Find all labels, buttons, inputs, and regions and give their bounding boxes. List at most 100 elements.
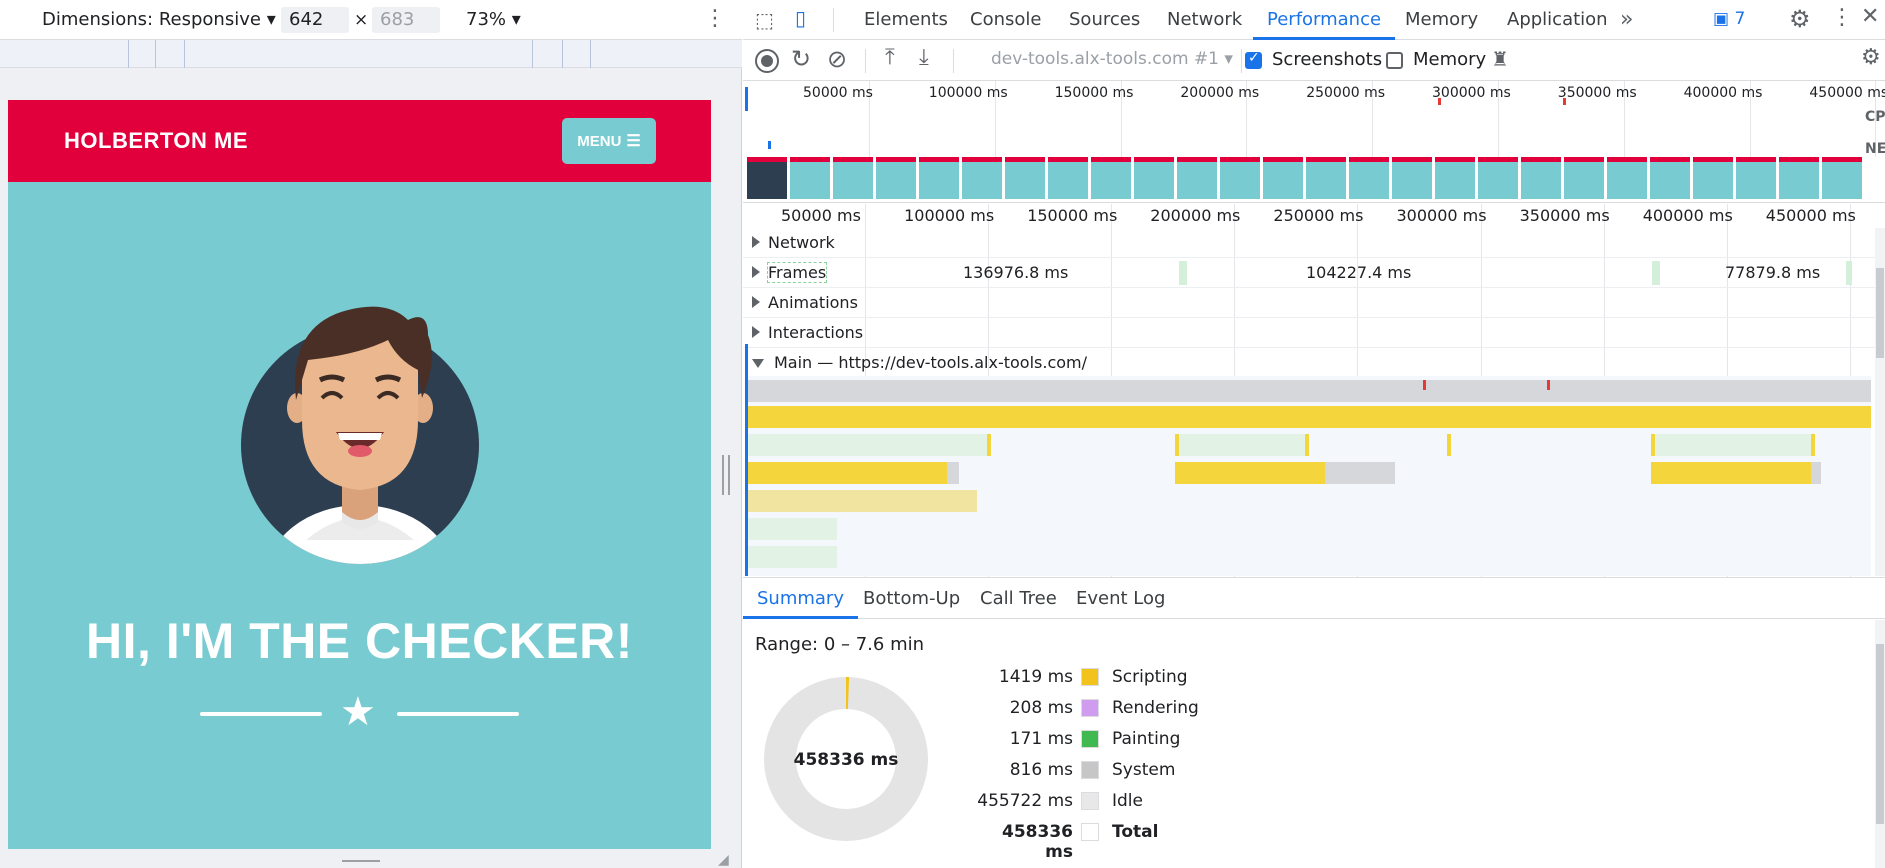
screenshot-thumbnail[interactable] bbox=[1521, 157, 1561, 199]
flame-bar[interactable] bbox=[1175, 462, 1325, 484]
customize-menu-icon[interactable]: ⋮ bbox=[1831, 5, 1853, 30]
timeline-scrollbar[interactable] bbox=[1875, 228, 1885, 576]
timeline-overview[interactable]: 50000 ms 100000 ms 150000 ms 200000 ms 25000… bbox=[743, 81, 1885, 203]
timeline-tracks[interactable]: 50000 ms 100000 ms 150000 ms 200000 ms 25000… bbox=[743, 204, 1885, 578]
flame-bar[interactable] bbox=[947, 462, 959, 484]
flame-bar[interactable] bbox=[1325, 462, 1395, 484]
screenshot-thumbnail[interactable] bbox=[1478, 157, 1518, 199]
expand-arrow-icon[interactable] bbox=[752, 266, 760, 278]
tab-call-tree[interactable]: Call Tree bbox=[980, 579, 1057, 619]
screenshot-thumbnail[interactable] bbox=[1048, 157, 1088, 199]
record-button[interactable] bbox=[755, 49, 779, 73]
screenshot-thumbnail[interactable] bbox=[1822, 157, 1862, 199]
screenshot-thumbnail[interactable] bbox=[962, 157, 1002, 199]
flame-bar[interactable] bbox=[747, 434, 987, 456]
download-icon[interactable]: ⤓ bbox=[919, 45, 929, 70]
flame-bar[interactable] bbox=[1447, 434, 1451, 456]
frame-duration[interactable]: 136976.8 ms bbox=[963, 263, 1068, 282]
screenshot-thumbnail[interactable] bbox=[919, 157, 959, 199]
tab-performance[interactable]: Performance bbox=[1253, 0, 1396, 40]
device-toolbar-icon[interactable]: ▯ bbox=[795, 6, 806, 30]
expand-arrow-icon[interactable] bbox=[752, 236, 760, 248]
close-devtools-icon[interactable]: ✕ bbox=[1861, 4, 1879, 29]
width-input[interactable]: 642 bbox=[281, 7, 349, 33]
flame-bar[interactable] bbox=[1175, 434, 1179, 456]
flame-bar[interactable] bbox=[1811, 462, 1821, 484]
memory-checkbox[interactable] bbox=[1386, 52, 1403, 69]
flame-bar[interactable] bbox=[747, 490, 977, 512]
screenshot-thumbnail[interactable] bbox=[790, 157, 830, 199]
flame-bar[interactable] bbox=[747, 406, 1871, 428]
screenshot-thumbnail[interactable] bbox=[1693, 157, 1733, 199]
screenshot-thumbnail[interactable] bbox=[1134, 157, 1174, 199]
track-network[interactable]: Network bbox=[743, 228, 1875, 258]
tab-console[interactable]: Console bbox=[970, 0, 1041, 40]
screenshot-thumbnail[interactable] bbox=[1435, 157, 1475, 199]
dimensions-select[interactable]: Dimensions: Responsive ▾ bbox=[42, 9, 276, 30]
flame-bar[interactable] bbox=[1651, 434, 1811, 456]
clear-icon[interactable]: ⊘ bbox=[827, 45, 847, 73]
screenshot-thumbnail[interactable] bbox=[1005, 157, 1045, 199]
screenshot-thumbnail[interactable] bbox=[1263, 157, 1303, 199]
flame-bar[interactable] bbox=[1305, 434, 1309, 456]
expand-arrow-icon[interactable] bbox=[752, 296, 760, 308]
profile-select[interactable]: dev-tools.alx-tools.com #1 ▾ bbox=[991, 49, 1233, 69]
flame-bar[interactable] bbox=[747, 518, 837, 540]
zoom-select[interactable]: 73% ▾ bbox=[466, 9, 521, 30]
track-main[interactable]: Main — https://dev-tools.alx-tools.com/ bbox=[743, 348, 1875, 378]
screenshot-thumbnail[interactable] bbox=[1177, 157, 1217, 199]
garbage-collect-icon[interactable]: ♜ bbox=[1491, 47, 1509, 71]
memory-label[interactable]: Memory bbox=[1413, 49, 1486, 70]
screenshots-checkbox[interactable]: ✓ bbox=[1245, 50, 1262, 69]
screenshot-thumbnail[interactable] bbox=[876, 157, 916, 199]
tab-application[interactable]: Application bbox=[1507, 0, 1608, 40]
more-tabs-icon[interactable]: » bbox=[1620, 0, 1633, 40]
flame-bar[interactable] bbox=[1651, 462, 1811, 484]
issues-counter[interactable]: ▣ 7 bbox=[1713, 9, 1745, 29]
screenshots-label[interactable]: Screenshots bbox=[1272, 49, 1382, 70]
menu-button[interactable]: MENU ☰ bbox=[562, 118, 656, 164]
screenshot-thumbnail[interactable] bbox=[1607, 157, 1647, 199]
screenshot-thumbnail[interactable] bbox=[1564, 157, 1604, 199]
resize-handle-bottom[interactable] bbox=[342, 860, 380, 862]
pane-splitter[interactable] bbox=[722, 455, 730, 495]
flame-bar[interactable] bbox=[987, 434, 991, 456]
screenshot-thumbnail[interactable] bbox=[1736, 157, 1776, 199]
tab-sources[interactable]: Sources bbox=[1069, 0, 1140, 40]
summary-scrollbar[interactable] bbox=[1875, 620, 1885, 868]
tab-memory[interactable]: Memory bbox=[1405, 0, 1478, 40]
collapse-arrow-icon[interactable] bbox=[752, 359, 764, 368]
screenshot-thumbnail[interactable] bbox=[1650, 157, 1690, 199]
flame-bar[interactable] bbox=[747, 546, 837, 568]
media-query-ruler[interactable] bbox=[0, 40, 742, 68]
screenshot-thumbnail[interactable] bbox=[1091, 157, 1131, 199]
tab-summary[interactable]: Summary bbox=[743, 579, 858, 619]
screenshot-thumbnail[interactable] bbox=[1349, 157, 1389, 199]
reload-record-icon[interactable]: ↻ bbox=[791, 45, 811, 73]
site-brand[interactable]: HOLBERTON ME bbox=[64, 128, 248, 154]
flame-bar[interactable] bbox=[1651, 434, 1655, 456]
screenshot-thumbnail[interactable] bbox=[1392, 157, 1432, 199]
screenshot-thumbnail[interactable] bbox=[1220, 157, 1260, 199]
track-animations[interactable]: Animations bbox=[743, 288, 1875, 318]
frame-duration[interactable]: 77879.8 ms bbox=[1725, 263, 1820, 282]
main-thread-flame-chart[interactable] bbox=[747, 376, 1871, 576]
tab-bottom-up[interactable]: Bottom-Up bbox=[863, 579, 960, 619]
more-options-icon[interactable]: ⋮ bbox=[704, 6, 726, 31]
flame-bar[interactable] bbox=[1175, 434, 1305, 456]
tab-network[interactable]: Network bbox=[1167, 0, 1242, 40]
frame-duration[interactable]: 104227.4 ms bbox=[1306, 263, 1411, 282]
flame-bar[interactable] bbox=[747, 380, 1871, 402]
flame-bar[interactable] bbox=[1811, 434, 1815, 456]
upload-icon[interactable]: ⤒ bbox=[885, 45, 895, 70]
height-input[interactable]: 683 bbox=[372, 7, 440, 33]
flame-bar[interactable] bbox=[747, 462, 947, 484]
settings-gear-icon[interactable]: ⚙ bbox=[1789, 5, 1811, 33]
track-interactions[interactable]: Interactions bbox=[743, 318, 1875, 348]
track-frames[interactable]: Frames 136976.8 ms 104227.4 ms 77879.8 m… bbox=[743, 258, 1875, 288]
capture-settings-icon[interactable]: ⚙ bbox=[1861, 45, 1881, 70]
tab-event-log[interactable]: Event Log bbox=[1076, 579, 1165, 619]
resize-corner-icon[interactable]: ◢ bbox=[718, 852, 729, 868]
expand-arrow-icon[interactable] bbox=[752, 326, 760, 338]
screenshot-thumbnail[interactable] bbox=[1779, 157, 1819, 199]
